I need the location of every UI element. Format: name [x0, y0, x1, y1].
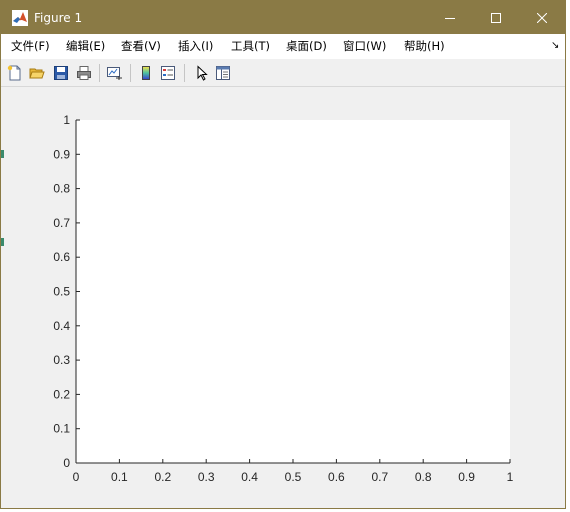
- y-tick-label: 0.2: [53, 387, 70, 401]
- link-plot-icon: [107, 67, 122, 80]
- save-icon: [54, 66, 68, 80]
- colorbar-icon: [142, 66, 150, 80]
- toolbar-separator: [184, 64, 185, 82]
- matlab-logo-icon: [12, 10, 28, 26]
- menu-window[interactable]: 窗口(W): [343, 39, 386, 54]
- toolbar-separator: [99, 64, 100, 82]
- maximize-icon: [491, 12, 501, 23]
- y-tick-label: 0.9: [53, 147, 70, 161]
- colorbar-button[interactable]: [136, 63, 156, 83]
- x-tick-label: 0.3: [198, 470, 215, 484]
- close-button[interactable]: [519, 1, 565, 34]
- link-plot-button[interactable]: [105, 63, 125, 83]
- menu-help[interactable]: 帮助(H): [404, 39, 445, 54]
- axes-background: [76, 120, 510, 463]
- maximize-button[interactable]: [473, 1, 519, 34]
- y-tick-label: 0.4: [53, 319, 70, 333]
- close-icon: [537, 12, 547, 23]
- minimize-icon: [445, 17, 455, 19]
- menu-tools[interactable]: 工具(T): [231, 39, 270, 54]
- property-inspector-icon: [216, 66, 230, 80]
- y-tick-label: 1: [63, 113, 70, 127]
- new-figure-icon: [7, 65, 21, 81]
- y-tick-label: 0.7: [53, 216, 70, 230]
- menu-file[interactable]: 文件(F): [11, 39, 50, 54]
- y-tick-label: 0.6: [53, 250, 70, 264]
- print-icon: [77, 66, 91, 80]
- toolbar: [1, 59, 565, 87]
- menu-edit[interactable]: 编辑(E): [66, 39, 105, 54]
- save-button[interactable]: [51, 63, 71, 83]
- minimize-button[interactable]: [427, 1, 473, 34]
- x-tick-label: 0.7: [371, 470, 388, 484]
- x-tick-label: 0.8: [415, 470, 432, 484]
- x-tick-label: 0.4: [241, 470, 258, 484]
- new-figure-button[interactable]: [5, 63, 25, 83]
- y-tick-label: 0: [63, 456, 70, 470]
- plot-axes[interactable]: 0 0.1 0.2 0.3 0.4 0.5 0.6 0.7 0.8 0.9 1 0 0.1 0.2 0.3 0…: [1, 88, 565, 508]
- toolbar-separator: [130, 64, 131, 82]
- y-tick-label: 0.1: [53, 422, 70, 436]
- figure-canvas: 0 0.1 0.2 0.3 0.4 0.5 0.6 0.7 0.8 0.9 1 0 0.1 0.2 0.3 0…: [1, 88, 565, 508]
- legend-icon: [161, 66, 175, 80]
- menu-bar: 文件(F) 编辑(E) 查看(V) 插入(I) 工具(T) 桌面(D) 窗口(W…: [1, 34, 565, 59]
- open-file-icon: [29, 68, 45, 79]
- x-tick-label: 0.1: [111, 470, 128, 484]
- x-tick-label: 0.2: [154, 470, 171, 484]
- menu-view[interactable]: 查看(V): [121, 39, 161, 54]
- x-tick-label: 0.9: [458, 470, 475, 484]
- print-button[interactable]: [74, 63, 94, 83]
- menu-expand-arrow[interactable]: ↘: [551, 40, 559, 52]
- window-title: Figure 1: [34, 11, 83, 25]
- menu-desktop[interactable]: 桌面(D): [286, 39, 327, 54]
- menu-insert[interactable]: 插入(I): [178, 39, 213, 54]
- x-tick-label: 1: [507, 470, 514, 484]
- open-file-button[interactable]: [27, 63, 47, 83]
- x-tick-label: 0.5: [285, 470, 302, 484]
- figure-window: Figure 1 文件(F) 编辑(E) 查看(V) 插入(I) 工具(T) 桌…: [0, 0, 566, 509]
- x-tick-label: 0.6: [328, 470, 345, 484]
- y-tick-label: 0.3: [53, 353, 70, 367]
- y-tick-label: 0.8: [53, 182, 70, 196]
- edit-plot-icon: [197, 65, 208, 81]
- title-bar[interactable]: Figure 1: [1, 1, 565, 34]
- property-inspector-button[interactable]: [213, 63, 233, 83]
- y-tick-label: 0.5: [53, 285, 70, 299]
- x-tick-label: 0: [73, 470, 80, 484]
- edit-plot-button[interactable]: [191, 63, 211, 83]
- legend-button[interactable]: [158, 63, 178, 83]
